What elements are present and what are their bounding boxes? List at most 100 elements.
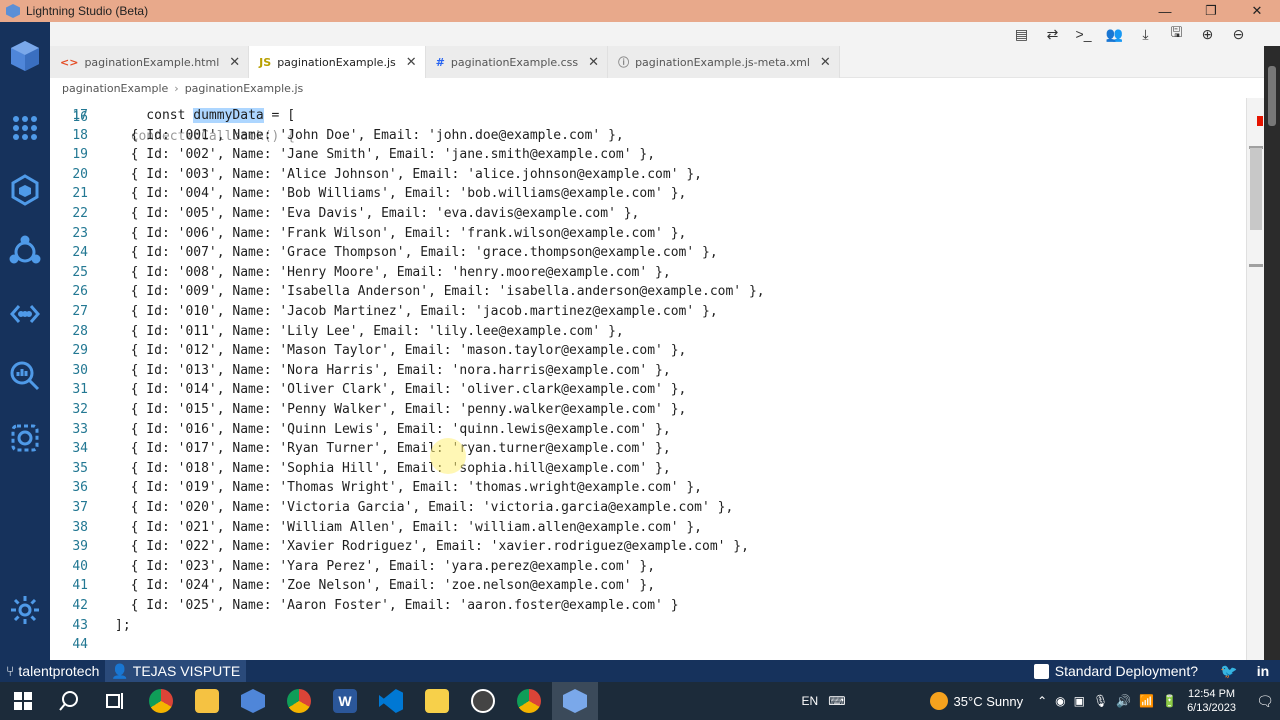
code-text: { Id: '001', Name: 'John Doe', Email: 'j…	[115, 127, 624, 143]
close-button[interactable]: ✕	[1234, 0, 1280, 22]
code-line: 44	[50, 635, 1246, 655]
code-text: { Id: '022', Name: 'Xavier Rodriguez', E…	[115, 539, 749, 555]
vscode-icon[interactable]	[368, 682, 414, 720]
tab-js[interactable]: JS paginationExample.js ✕	[249, 46, 426, 78]
org-indicator[interactable]: ⑂ talentprotech	[0, 660, 105, 682]
windows-start-icon[interactable]	[0, 682, 46, 720]
code-text: { Id: '012', Name: 'Mason Taylor', Email…	[115, 343, 687, 359]
close-icon[interactable]: ✕	[820, 55, 831, 70]
integration-icon[interactable]	[7, 234, 43, 270]
package-icon[interactable]	[7, 172, 43, 208]
breadcrumb-file[interactable]: paginationExample.js	[185, 82, 304, 95]
close-icon[interactable]: ✕	[229, 55, 240, 70]
keyboard-icon[interactable]: ⌨	[828, 694, 845, 708]
close-icon[interactable]: ✕	[588, 55, 599, 70]
line-number: 32	[72, 402, 88, 417]
tab-label: paginationExample.js-meta.xml	[635, 55, 810, 69]
css-file-icon: #	[435, 55, 445, 69]
weather-widget[interactable]: 35°C Sunny	[929, 692, 1023, 710]
scroll-thumb[interactable]	[1250, 148, 1262, 230]
restore-button[interactable]: ❐	[1188, 0, 1234, 22]
code-line: 41 { Id: '024', Name: 'Zoe Nelson', Emai…	[50, 576, 1246, 596]
code-text: { Id: '011', Name: 'Lily Lee', Email: 'l…	[115, 323, 624, 339]
tab-html[interactable]: <> paginationExample.html ✕	[50, 46, 250, 78]
code-line: 24 { Id: '007', Name: 'Grace Thompson', …	[50, 243, 1246, 263]
code-segment: const	[115, 108, 194, 123]
code-line: 36 { Id: '019', Name: 'Thomas Wright', E…	[50, 478, 1246, 498]
user-indicator[interactable]: 👤 TEJAS VISPUTE	[105, 660, 247, 682]
zoom-in-icon[interactable]: ⊕	[1196, 24, 1219, 44]
org-name: talentprotech	[18, 663, 100, 679]
clock[interactable]: 12:54 PM 6/13/2023	[1187, 687, 1236, 715]
settings-cog-icon[interactable]	[7, 420, 43, 456]
breadcrumb-folder[interactable]: paginationExample	[62, 82, 168, 95]
save-icon[interactable]: 🖫	[1165, 24, 1188, 44]
notes-icon[interactable]	[414, 682, 460, 720]
media-player-icon[interactable]	[460, 682, 506, 720]
chevron-right-icon: ›	[174, 81, 179, 95]
switch-icon[interactable]: ⇄	[1041, 24, 1064, 44]
record-icon[interactable]: ◉	[1055, 694, 1065, 708]
chrome-profile-icon[interactable]	[276, 682, 322, 720]
user-name: TEJAS VISPUTE	[132, 663, 241, 679]
window-scrollbar[interactable]	[1264, 46, 1280, 660]
file-icon[interactable]: ▤	[1010, 24, 1033, 44]
terminal-icon[interactable]: >_	[1072, 24, 1095, 44]
search-icon[interactable]	[46, 682, 92, 720]
chrome-icon[interactable]	[138, 682, 184, 720]
title-bar: Lightning Studio (Beta) — ❐ ✕	[0, 0, 1280, 22]
zoom-out-icon[interactable]: ⊖	[1227, 24, 1250, 44]
line-number: 28	[72, 323, 88, 339]
editor-scrollbar[interactable]	[1246, 98, 1264, 660]
task-view-icon[interactable]	[92, 682, 138, 720]
activity-bar	[0, 22, 50, 660]
close-icon[interactable]: ✕	[406, 55, 417, 70]
deploy-checkbox[interactable]	[1033, 663, 1049, 679]
line-number: 34	[72, 441, 88, 457]
code-text: { Id: '015', Name: 'Penny Walker', Email…	[115, 402, 687, 417]
line-number: 24	[72, 245, 88, 261]
clock-date: 6/13/2023	[1187, 702, 1236, 714]
code-line: 19 { Id: '002', Name: 'Jane Smith', Emai…	[50, 145, 1246, 165]
camera-icon[interactable]: ▣	[1074, 694, 1085, 708]
logo-cube-icon[interactable]	[7, 38, 43, 74]
sun-icon	[929, 692, 948, 710]
battery-icon[interactable]: 🔋	[1162, 694, 1177, 708]
chevron-up-icon[interactable]: ⌃	[1037, 694, 1047, 708]
standard-deployment-toggle[interactable]: Standard Deployment?	[1033, 663, 1212, 679]
line-number: 18	[72, 127, 88, 143]
tab-meta-xml[interactable]: ⓘ paginationExample.js-meta.xml ✕	[608, 46, 840, 78]
api-icon[interactable]	[7, 296, 43, 332]
code-line: 23 { Id: '006', Name: 'Frank Wilson', Em…	[50, 224, 1246, 244]
code-editor[interactable]: 16 connectedCallback() { 17 const dummyD…	[50, 98, 1246, 660]
query-icon[interactable]	[7, 358, 43, 394]
code-line: 42 { Id: '025', Name: 'Aaron Foster', Em…	[50, 596, 1246, 616]
microphone-icon[interactable]: 🎙	[1093, 694, 1108, 708]
network-icon[interactable]: 📶	[1139, 694, 1154, 708]
chrome-alt-icon[interactable]	[506, 682, 552, 720]
tab-label: paginationExample.html	[84, 55, 220, 69]
scroll-knob[interactable]	[1268, 66, 1276, 126]
line-number: 40	[72, 558, 88, 574]
apps-grid-icon[interactable]	[7, 110, 43, 146]
person-icon: 👤	[111, 662, 129, 679]
file-explorer-icon[interactable]	[184, 682, 230, 720]
tab-css[interactable]: # paginationExample.css ✕	[425, 46, 609, 78]
code-text: { Id: '004', Name: 'Bob Williams', Email…	[115, 186, 687, 202]
volume-icon[interactable]: 🔊	[1116, 694, 1131, 708]
gear-icon[interactable]	[7, 592, 43, 628]
twitter-icon[interactable]: 🐦	[1212, 663, 1246, 680]
code-text: { Id: '021', Name: 'William Allen', Emai…	[115, 519, 702, 535]
linkedin-icon[interactable]: in	[1246, 663, 1280, 679]
lightning-studio-icon[interactable]	[230, 682, 276, 720]
minimize-button[interactable]: —	[1142, 0, 1188, 22]
lightning-studio-active-icon[interactable]	[552, 682, 598, 720]
line-number: 19	[72, 147, 88, 163]
notification-icon[interactable]: 🗨	[1250, 682, 1280, 720]
language-indicator[interactable]: EN	[802, 694, 819, 708]
users-icon[interactable]: 👥	[1103, 24, 1126, 44]
code-text: { Id: '017', Name: 'Ryan Turner', Email:…	[115, 441, 671, 457]
word-icon[interactable]: W	[322, 682, 368, 720]
line-number: 43	[72, 617, 88, 633]
download-icon[interactable]: ⤓	[1134, 24, 1157, 44]
